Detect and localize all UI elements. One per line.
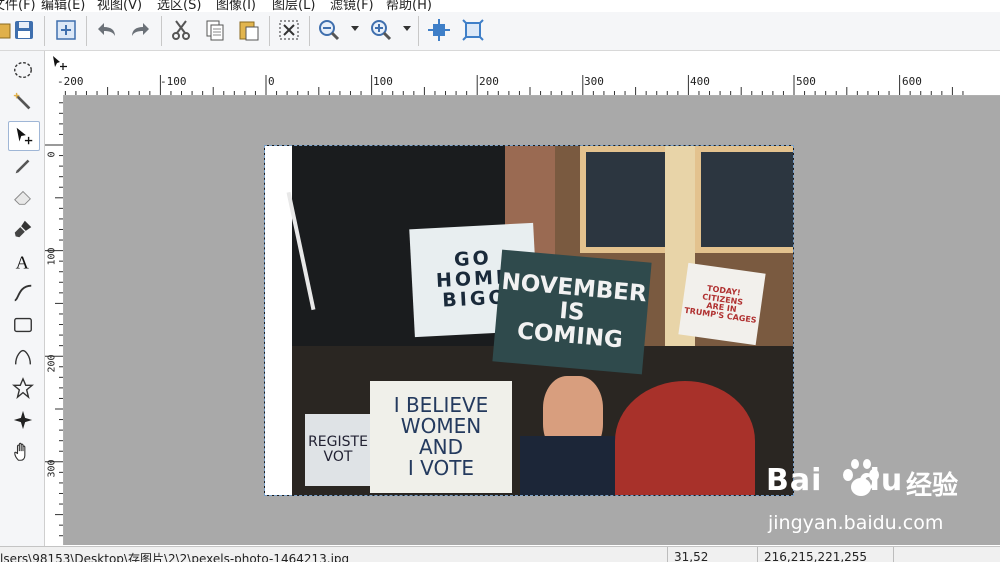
star-icon <box>12 377 34 399</box>
undo-icon <box>98 23 115 36</box>
status-bar: lsers\98153\Desktop\存图片\2\2\pexels-photo… <box>0 546 1000 562</box>
sign-believe-women: I BELIEVE WOMEN AND I VOTE <box>370 381 512 493</box>
save-icon <box>15 21 33 39</box>
zoom-in-dropdown[interactable] <box>403 26 411 31</box>
sign-register-vote: REGISTE VOT <box>305 414 371 486</box>
hand-tool[interactable] <box>8 438 38 466</box>
ruler-label: -100 <box>160 75 187 88</box>
paw-icon <box>843 459 879 496</box>
brush-tool[interactable] <box>8 215 38 243</box>
ruler-label: 600 <box>902 75 922 88</box>
ruler-label: -200 <box>57 75 84 88</box>
sign-today: TODAY! CITIZENS ARE IN TRUMP'S CAGES <box>678 262 766 346</box>
ellipse-select-tool[interactable] <box>8 56 38 84</box>
zoom-out-dropdown[interactable] <box>351 26 359 31</box>
fit-window-icon <box>428 19 450 41</box>
cut-icon <box>172 20 190 40</box>
actual-size-icon <box>462 19 484 41</box>
ruler-label: 0 <box>46 151 58 158</box>
eraser-icon <box>14 190 31 205</box>
new-layer-icon <box>56 20 76 40</box>
photo-red-hair <box>615 381 755 495</box>
magic-wand-icon <box>13 92 31 110</box>
new-layer-button[interactable] <box>52 16 80 44</box>
deselect-icon <box>279 20 299 40</box>
ruler-label: 200 <box>46 354 58 373</box>
move-tool[interactable] <box>8 121 40 151</box>
ellipse-select-icon <box>14 61 32 79</box>
rectangle-icon <box>14 317 32 333</box>
move-icon <box>16 127 33 145</box>
photo-window <box>695 146 793 253</box>
rectangle-tool[interactable] <box>8 311 38 339</box>
menu-edit[interactable]: 编辑(E) <box>41 0 85 12</box>
ruler-label: 200 <box>479 75 499 88</box>
baidu-watermark: Bai du 经验 jingyan.baidu.com <box>766 455 996 545</box>
menu-help[interactable]: 帮助(H) <box>386 0 432 12</box>
brush-icon <box>14 220 32 238</box>
ruler-label: 0 <box>268 75 275 88</box>
ruler-label: 300 <box>46 459 58 478</box>
copy-button[interactable] <box>201 16 229 44</box>
svg-text:A: A <box>16 252 30 272</box>
zoom-in-button[interactable] <box>367 16 395 44</box>
save-button[interactable] <box>10 16 38 44</box>
ruler-label: 100 <box>373 75 393 88</box>
copy-icon <box>206 20 224 41</box>
vertical-ruler: 0 100 200 300 <box>45 95 64 545</box>
status-file-path: lsers\98153\Desktop\存图片\2\2\pexels-photo… <box>0 552 350 562</box>
sign-november: NOVEMBER IS COMING <box>492 249 652 375</box>
redo-icon <box>132 23 149 36</box>
move-cursor-icon <box>53 56 67 70</box>
ruler-label: 400 <box>690 75 710 88</box>
curve-tool[interactable] <box>8 279 38 307</box>
ruler-label: 300 <box>584 75 604 88</box>
zoom-out-button[interactable] <box>315 16 343 44</box>
menu-filter[interactable]: 滤镜(F) <box>330 0 374 12</box>
text-icon: A <box>16 252 30 272</box>
horizontal-ruler: -200 -100 0 100 200 300 400 500 600 <box>57 75 1000 96</box>
zoom-out-icon <box>319 20 340 41</box>
watermark-cn: 经验 <box>906 471 959 501</box>
undo-button[interactable] <box>93 16 121 44</box>
paste-button[interactable] <box>235 16 263 44</box>
eraser-tool[interactable] <box>8 183 38 211</box>
text-tool[interactable]: A <box>8 247 38 275</box>
pencil-tool[interactable] <box>8 152 38 180</box>
pencil-icon <box>15 159 30 174</box>
redo-button[interactable] <box>126 16 154 44</box>
toolbar <box>0 12 1000 51</box>
arc-icon <box>14 349 32 365</box>
ruler-label: 100 <box>46 247 58 266</box>
menu-select[interactable]: 选区(S) <box>157 0 201 12</box>
status-pixel-color: 216,215,221,255 <box>764 550 868 562</box>
sparkle-icon <box>13 410 33 430</box>
arc-tool[interactable] <box>8 343 38 371</box>
fit-window-button[interactable] <box>425 16 453 44</box>
curve-icon <box>14 284 32 302</box>
menu-view[interactable]: 视图(V) <box>97 0 142 12</box>
actual-size-button[interactable] <box>459 16 487 44</box>
paste-icon <box>239 21 259 41</box>
photo-person-uniform <box>520 436 620 495</box>
menu-bar: 文件(F) 编辑(E) 视图(V) 选区(S) 图像(I) 图层(L) 滤镜(F… <box>0 0 1000 12</box>
menu-file[interactable]: 文件(F) <box>0 0 36 12</box>
menu-layer[interactable]: 图层(L) <box>272 0 315 12</box>
ruler-label: 500 <box>796 75 816 88</box>
image-canvas[interactable]: GO HOME BIGO NOVEMBER IS COMING TODAY! C… <box>264 145 794 496</box>
cut-button[interactable] <box>167 16 195 44</box>
sparkle-tool[interactable] <box>8 406 38 434</box>
tools-panel: A <box>0 51 45 561</box>
deselect-button[interactable] <box>275 16 303 44</box>
watermark-url: jingyan.baidu.com <box>768 512 944 534</box>
menu-image[interactable]: 图像(I) <box>216 0 256 12</box>
zoom-in-icon <box>371 20 392 41</box>
magic-wand-tool[interactable] <box>8 88 38 116</box>
star-tool[interactable] <box>8 374 38 402</box>
status-cursor-coords: 31,52 <box>674 550 709 562</box>
hand-icon <box>14 442 26 461</box>
